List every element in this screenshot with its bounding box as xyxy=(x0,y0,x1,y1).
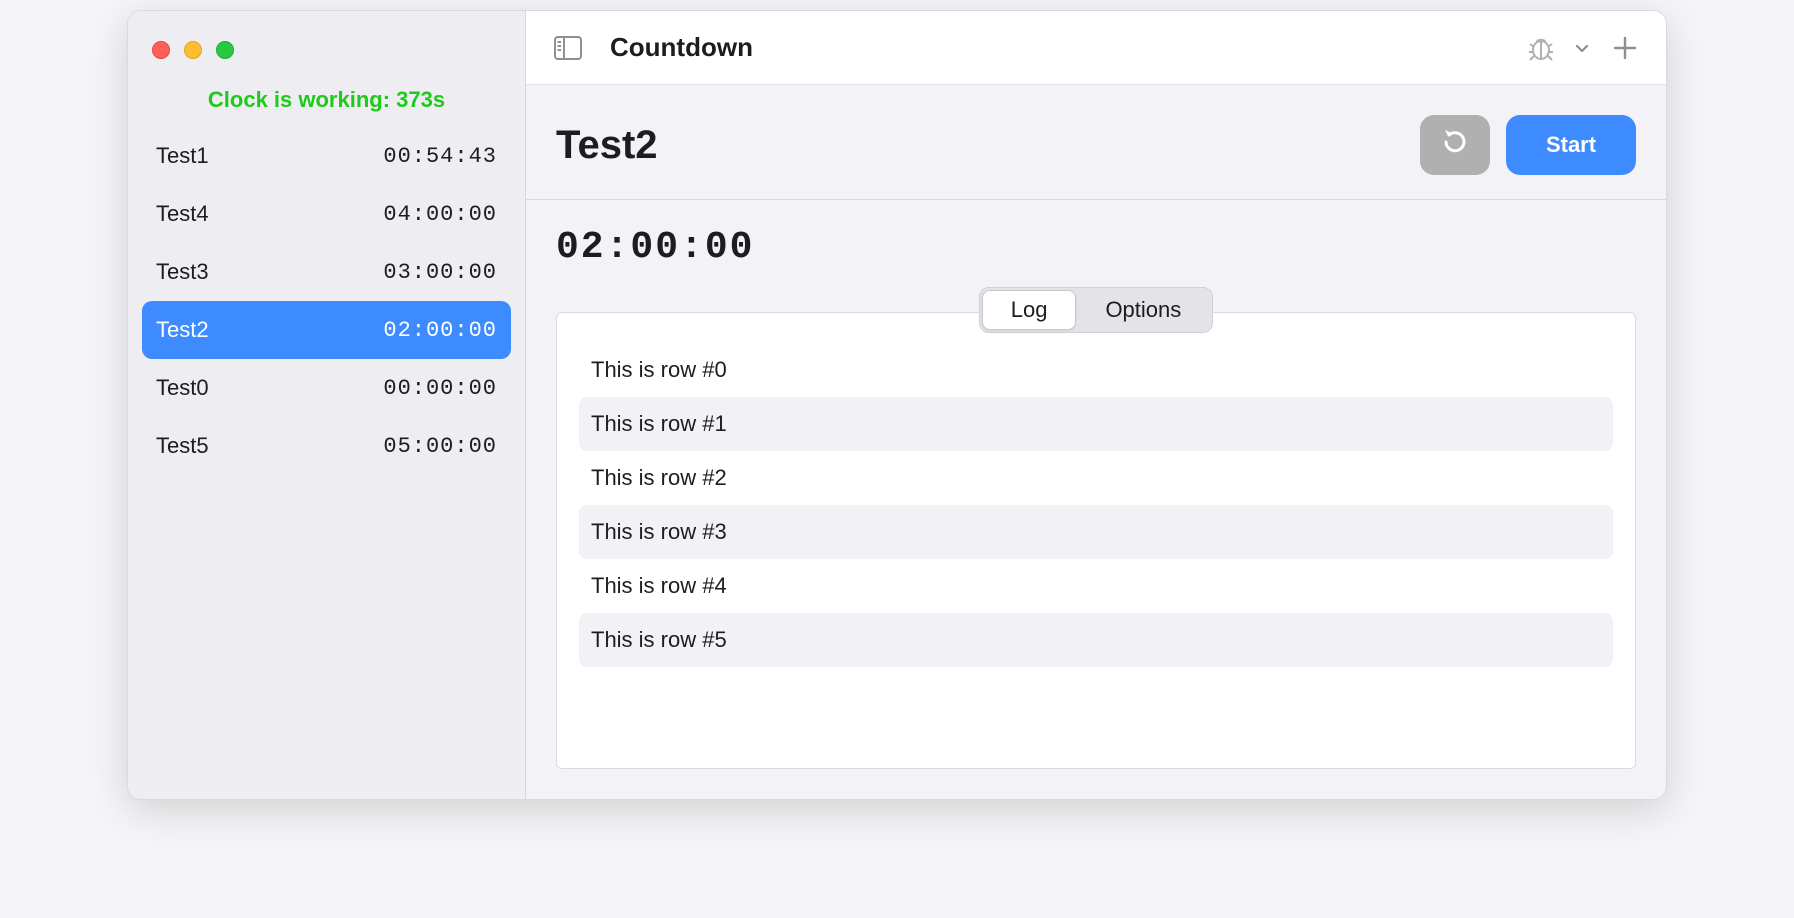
tab-log[interactable]: Log xyxy=(982,290,1077,330)
sidebar-item-time: 02:00:00 xyxy=(383,318,497,343)
log-row[interactable]: This is row #3 xyxy=(579,505,1613,559)
sidebar-toggle-button[interactable] xyxy=(548,30,588,66)
sidebar-item-time: 05:00:00 xyxy=(383,434,497,459)
log-row[interactable]: This is row #1 xyxy=(579,397,1613,451)
sidebar-item-label: Test2 xyxy=(156,317,209,343)
detail-title: Test2 xyxy=(556,123,658,168)
sidebar-item-test3[interactable]: Test3 03:00:00 xyxy=(142,243,511,301)
sidebar-item-label: Test1 xyxy=(156,143,209,169)
sidebar: Clock is working: 373s Test1 00:54:43 Te… xyxy=(128,11,526,799)
clock-status-label: Clock is working: 373s xyxy=(128,73,525,123)
log-row[interactable]: This is row #2 xyxy=(579,451,1613,505)
tab-options[interactable]: Options xyxy=(1076,290,1210,330)
app-window: Clock is working: 373s Test1 00:54:43 Te… xyxy=(127,10,1667,800)
start-button[interactable]: Start xyxy=(1506,115,1636,175)
log-panel: This is row #0 This is row #1 This is ro… xyxy=(556,312,1636,769)
debug-menu-button[interactable] xyxy=(1520,28,1562,68)
minimize-window-button[interactable] xyxy=(184,41,202,59)
reset-button[interactable] xyxy=(1420,115,1490,175)
sidebar-item-test4[interactable]: Test4 04:00:00 xyxy=(142,185,511,243)
main-pane: Countdown xyxy=(526,11,1666,799)
sidebar-item-time: 00:54:43 xyxy=(383,144,497,169)
sidebar-item-time: 04:00:00 xyxy=(383,202,497,227)
sidebar-item-test5[interactable]: Test5 05:00:00 xyxy=(142,417,511,475)
detail-header: Test2 Start xyxy=(526,85,1666,200)
log-row[interactable]: This is row #4 xyxy=(579,559,1613,613)
sidebar-item-test1[interactable]: Test1 00:54:43 xyxy=(142,127,511,185)
start-button-label: Start xyxy=(1546,132,1596,158)
close-window-button[interactable] xyxy=(152,41,170,59)
log-row[interactable]: This is row #0 xyxy=(579,343,1613,397)
sidebar-item-test2[interactable]: Test2 02:00:00 xyxy=(142,301,511,359)
toolbar: Countdown xyxy=(526,11,1666,85)
sidebar-item-test0[interactable]: Test0 00:00:00 xyxy=(142,359,511,417)
timer-list: Test1 00:54:43 Test4 04:00:00 Test3 03:0… xyxy=(128,123,525,479)
detail-tabs: Log Options xyxy=(979,287,1214,333)
toolbar-title: Countdown xyxy=(610,32,753,63)
reset-icon xyxy=(1440,127,1470,163)
sidebar-item-label: Test4 xyxy=(156,201,209,227)
sidebar-item-label: Test0 xyxy=(156,375,209,401)
sidebar-item-label: Test3 xyxy=(156,259,209,285)
log-row[interactable]: This is row #5 xyxy=(579,613,1613,667)
window-controls xyxy=(128,31,525,73)
fullscreen-window-button[interactable] xyxy=(216,41,234,59)
log-list: This is row #0 This is row #1 This is ro… xyxy=(579,343,1613,667)
add-button[interactable] xyxy=(1606,29,1644,67)
timer-display: 02:00:00 xyxy=(526,200,1666,287)
sidebar-item-time: 03:00:00 xyxy=(383,260,497,285)
sidebar-item-label: Test5 xyxy=(156,433,209,459)
chevron-down-icon[interactable] xyxy=(1568,34,1596,62)
sidebar-item-time: 00:00:00 xyxy=(383,376,497,401)
